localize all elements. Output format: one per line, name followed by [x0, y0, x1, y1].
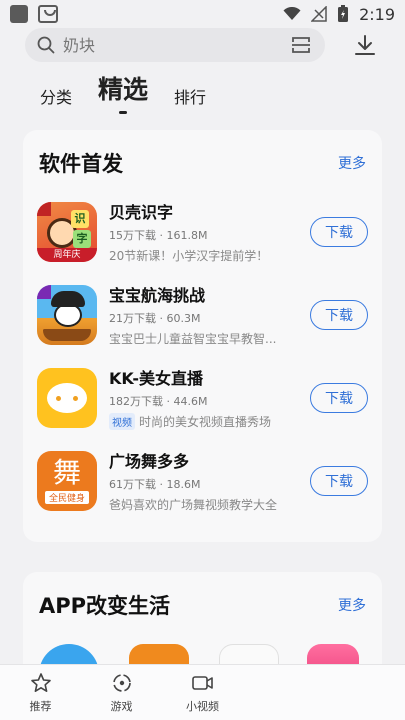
app-row-pirate[interactable]: 宝宝航海挑战 21万下载 · 60.3M 宝宝巴士儿童益智宝宝早教智... 下载: [37, 273, 368, 356]
scan-icon: [292, 37, 310, 53]
baby-bus-pirate-app-icon: [37, 284, 97, 345]
download-icon: [355, 35, 375, 55]
download-manager-button[interactable]: [350, 30, 380, 60]
download-button[interactable]: 下载: [310, 216, 368, 247]
tab-category[interactable]: 分类: [40, 84, 72, 114]
download-button[interactable]: 下载: [310, 382, 368, 413]
top-tabs: 分类 精选 排行: [40, 70, 206, 114]
nav-short-video[interactable]: 小视频: [162, 665, 243, 720]
game-icon: [110, 671, 134, 695]
tab-featured[interactable]: 精选: [98, 70, 148, 114]
video-tag: 视频: [109, 413, 135, 430]
app-desc: 视频 时尚的美女视频直播秀场: [109, 413, 302, 430]
app-meta: 21万下载 · 60.3M: [109, 312, 201, 325]
app-name: KK-美女直播: [109, 369, 204, 388]
status-bar: 2:19: [0, 0, 405, 28]
app-row-dance[interactable]: 舞 全民健身 广场舞多多 61万下载 · 18.6M 爸妈喜欢的广场舞视频教学大…: [37, 439, 368, 522]
app-meta: 15万下载 · 161.8M: [109, 229, 208, 242]
bottom-nav: 推荐 游戏 小视频: [0, 664, 405, 720]
app-meta: 182万下载 · 44.6M: [109, 395, 208, 408]
app-row-kk[interactable]: KK-美女直播 182万下载 · 44.6M 视频 时尚的美女视频直播秀场 下载: [37, 356, 368, 439]
nav-label: 推荐: [29, 700, 52, 713]
search-icon: [37, 36, 55, 54]
search-input[interactable]: [63, 35, 263, 55]
battery-icon: [338, 5, 349, 22]
search-row: [0, 28, 405, 62]
nav-recommend[interactable]: 推荐: [0, 665, 81, 720]
download-button[interactable]: 下载: [310, 299, 368, 330]
section-title: APP改变生活: [39, 594, 171, 618]
clock: 2:19: [359, 4, 395, 24]
app-desc: 20节新课！小学汉字提前学！: [109, 249, 269, 263]
app-name: 宝宝航海挑战: [109, 286, 206, 305]
beike-app-icon: 识 字 周年庆: [37, 201, 97, 262]
notification-app-icon: [10, 5, 28, 23]
nav-games[interactable]: 游戏: [81, 665, 162, 720]
app-desc: 宝宝巴士儿童益智宝宝早教智...: [109, 332, 277, 346]
more-link[interactable]: 更多: [338, 595, 366, 615]
app-desc: 爸妈喜欢的广场舞视频教学大全: [109, 498, 278, 512]
more-link[interactable]: 更多: [338, 153, 366, 173]
video-icon: [191, 671, 215, 695]
app-name: 广场舞多多: [109, 452, 190, 471]
kk-live-app-icon: [37, 367, 97, 428]
notification-store-icon: [38, 5, 58, 23]
app-name: 贝壳识字: [109, 203, 174, 222]
app-meta: 61万下载 · 18.6M: [109, 478, 201, 491]
search-box[interactable]: [25, 28, 325, 62]
tab-ranking[interactable]: 排行: [174, 84, 206, 114]
app-row-beike[interactable]: 识 字 周年庆 贝壳识字 15万下载 · 161.8M 20节新课！小学汉字提前…: [37, 190, 368, 273]
first-release-card: 软件首发 更多 识 字 周年庆 贝壳识字 15万下载 · 161.8M 20节新…: [23, 130, 382, 542]
download-button[interactable]: 下载: [310, 465, 368, 496]
wifi-icon: [283, 7, 301, 20]
section-title: 软件首发: [39, 152, 123, 176]
star-icon: [29, 671, 53, 695]
app-list: 识 字 周年庆 贝壳识字 15万下载 · 161.8M 20节新课！小学汉字提前…: [23, 178, 382, 522]
nav-label: 游戏: [110, 700, 133, 713]
scan-button[interactable]: [289, 33, 313, 57]
no-signal-icon: [311, 6, 327, 22]
square-dance-app-icon: 舞 全民健身: [37, 450, 97, 511]
nav-label: 小视频: [186, 700, 219, 713]
